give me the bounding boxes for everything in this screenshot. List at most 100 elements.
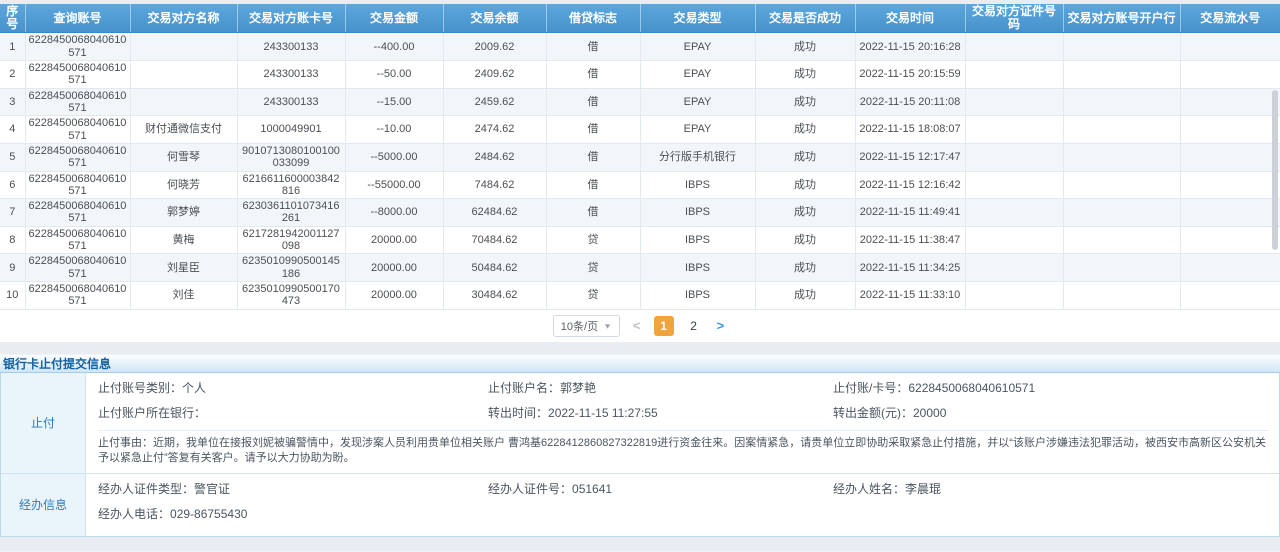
- table-cell: 借: [546, 61, 640, 89]
- table-cell: 刘佳: [130, 282, 237, 310]
- table-cell: 6: [0, 171, 25, 199]
- table-cell: 成功: [755, 61, 855, 89]
- table-cell: 贷: [546, 254, 640, 282]
- table-cell: 5: [0, 143, 25, 171]
- table-cell: [1180, 199, 1280, 227]
- column-header-counterparty-bank: 交易对方账号开户行: [1063, 4, 1180, 33]
- column-header-counterparty-name: 交易对方名称: [130, 4, 237, 33]
- agent-row-1: 经办人证件类型：警官证 经办人证件号：051641 经办人姓名：李晨琨: [98, 481, 1269, 498]
- table-cell: [130, 61, 237, 89]
- table-row: 96228450068040610571刘星臣62350109905001451…: [0, 254, 1280, 282]
- table-cell: 2022-11-15 20:16:28: [855, 33, 965, 61]
- page-button-1[interactable]: 1: [654, 316, 674, 336]
- table-cell: 20000.00: [345, 226, 443, 254]
- table-row: 46228450068040610571财付通微信支付1000049901--1…: [0, 116, 1280, 144]
- table-cell: 6230361101073416261: [237, 199, 345, 227]
- table-cell: [1063, 226, 1180, 254]
- section-gap: [0, 342, 1280, 354]
- table-cell: [1180, 116, 1280, 144]
- stop-payment-reason: 止付事由：近期，我单位在接报刘妮被骗警情中，发现涉案人员利用贵单位相关账户 曹鸿…: [98, 436, 1269, 466]
- table-cell: 财付通微信支付: [130, 116, 237, 144]
- table-cell: [965, 116, 1063, 144]
- table-cell: 20000.00: [345, 254, 443, 282]
- table-cell: [1180, 282, 1280, 310]
- table-cell: 借: [546, 171, 640, 199]
- table-cell: 20000.00: [345, 282, 443, 310]
- stop-payment-reason-row: 止付事由：近期，我单位在接报刘妮被骗警情中，发现涉案人员利用贵单位相关账户 曹鸿…: [98, 430, 1269, 466]
- table-cell: 7: [0, 199, 25, 227]
- next-page-button[interactable]: >: [714, 318, 728, 333]
- field-card-number: 止付账/卡号：6228450068040610571: [833, 380, 1269, 397]
- table-cell: 6228450068040610571: [25, 254, 130, 282]
- stop-payment-section-title: 银行卡止付提交信息: [0, 354, 1280, 373]
- table-cell: 10: [0, 282, 25, 310]
- table-cell: IBPS: [640, 282, 755, 310]
- table-cell: [965, 199, 1063, 227]
- table-cell: 6228450068040610571: [25, 88, 130, 116]
- table-cell: 243300133: [237, 61, 345, 89]
- scrollbar-thumb[interactable]: [1272, 90, 1278, 250]
- column-header-debit-credit-flag: 借贷标志: [546, 4, 640, 33]
- column-header-amount: 交易金额: [345, 4, 443, 33]
- table-cell: --15.00: [345, 88, 443, 116]
- transaction-table: 序号 查询账号 交易对方名称 交易对方账卡号 交易金额 交易余额 借贷标志 交易…: [0, 4, 1280, 310]
- table-cell: [1180, 61, 1280, 89]
- table-cell: 刘星臣: [130, 254, 237, 282]
- table-cell: 6217281942001127098: [237, 226, 345, 254]
- table-cell: 6228450068040610571: [25, 116, 130, 144]
- table-cell: IBPS: [640, 199, 755, 227]
- group-label-stop-payment: 止付: [1, 373, 86, 473]
- table-cell: 243300133: [237, 88, 345, 116]
- transaction-table-header: 序号 查询账号 交易对方名称 交易对方账卡号 交易金额 交易余额 借贷标志 交易…: [0, 4, 1280, 33]
- table-cell: 6216611600003842816: [237, 171, 345, 199]
- table-cell: [965, 88, 1063, 116]
- table-cell: 1: [0, 33, 25, 61]
- table-cell: 9: [0, 254, 25, 282]
- table-cell: 6235010990500145186: [237, 254, 345, 282]
- field-account-type: 止付账号类别：个人: [98, 380, 488, 397]
- table-cell: 何晓芳: [130, 171, 237, 199]
- column-header-tx-time: 交易时间: [855, 4, 965, 33]
- table-cell: 6228450068040610571: [25, 226, 130, 254]
- table-cell: 6228450068040610571: [25, 171, 130, 199]
- table-cell: 借: [546, 88, 640, 116]
- table-cell: 3: [0, 88, 25, 116]
- table-cell: 9010713080100100033099: [237, 143, 345, 171]
- table-cell: 贷: [546, 226, 640, 254]
- table-cell: 30484.62: [443, 282, 546, 310]
- table-cell: [1063, 171, 1180, 199]
- table-cell: [1180, 171, 1280, 199]
- table-cell: [965, 282, 1063, 310]
- column-header-tx-serial: 交易流水号: [1180, 4, 1280, 33]
- table-cell: 243300133: [237, 33, 345, 61]
- table-cell: --5000.00: [345, 143, 443, 171]
- table-row: 76228450068040610571郭梦婷62303611010734162…: [0, 199, 1280, 227]
- table-cell: 2022-11-15 20:11:08: [855, 88, 965, 116]
- stop-payment-row-1: 止付账号类别：个人 止付账户名：郭梦艳 止付账/卡号：6228450068040…: [98, 380, 1269, 397]
- table-cell: --50.00: [345, 61, 443, 89]
- field-transfer-out-time: 转出时间：2022-11-15 11:27:55: [488, 405, 833, 422]
- page-size-select[interactable]: 10条/页 ▼: [553, 315, 620, 337]
- table-cell: IBPS: [640, 254, 755, 282]
- table-cell: 成功: [755, 282, 855, 310]
- prev-page-button[interactable]: <: [630, 318, 644, 333]
- section-gap: [0, 537, 1280, 551]
- table-cell: [1063, 143, 1180, 171]
- table-cell: 2022-11-15 11:49:41: [855, 199, 965, 227]
- table-cell: 2474.62: [443, 116, 546, 144]
- table-cell: 成功: [755, 199, 855, 227]
- column-header-balance: 交易余额: [443, 4, 546, 33]
- column-header-tx-type: 交易类型: [640, 4, 755, 33]
- table-cell: 2022-11-15 20:15:59: [855, 61, 965, 89]
- table-cell: [965, 143, 1063, 171]
- table-cell: 2459.62: [443, 88, 546, 116]
- table-row: 106228450068040610571刘佳62350109905001704…: [0, 282, 1280, 310]
- table-cell: [1180, 254, 1280, 282]
- table-cell: 2009.62: [443, 33, 546, 61]
- table-cell: 成功: [755, 226, 855, 254]
- table-cell: [1063, 33, 1180, 61]
- table-cell: 2022-11-15 11:34:25: [855, 254, 965, 282]
- table-cell: 2: [0, 61, 25, 89]
- table-cell: 2409.62: [443, 61, 546, 89]
- page-button-2[interactable]: 2: [684, 316, 704, 336]
